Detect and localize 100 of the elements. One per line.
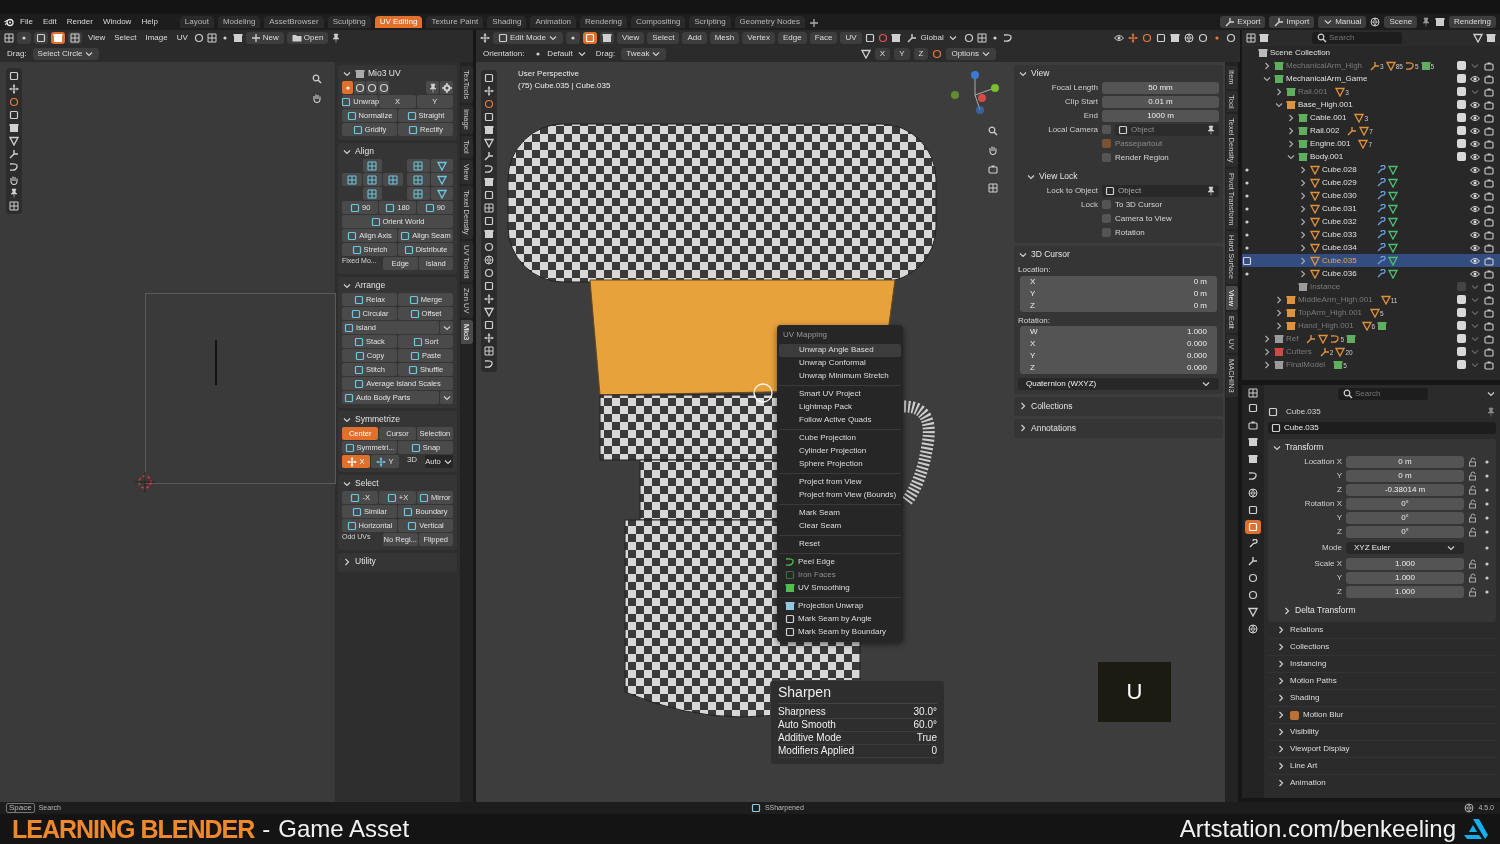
toolbar-button[interactable]: Export xyxy=(1220,16,1266,28)
panel-title[interactable]: Relations xyxy=(1290,625,1324,635)
menu-item[interactable]: UV xyxy=(173,33,191,43)
tree-item[interactable]: MiddleArm_High.001 xyxy=(1298,294,1373,305)
open-image-button[interactable]: Open xyxy=(286,32,329,44)
menu-item[interactable]: Mark Seam xyxy=(779,506,901,520)
number-field[interactable]: 0° xyxy=(1346,511,1464,524)
workspace-tab[interactable]: Geometry Nodes xyxy=(734,16,806,28)
tree-item[interactable]: Engine.001 xyxy=(1310,138,1351,149)
number-field[interactable]: 1.000 xyxy=(1346,585,1464,598)
tree-item[interactable]: Base_High.001 xyxy=(1298,99,1353,110)
tree-item[interactable]: Scene Collection xyxy=(1270,47,1331,58)
vector-field[interactable]: Z 0.000 xyxy=(1020,362,1217,375)
object-name-field[interactable]: Cube.035 xyxy=(1268,422,1496,434)
menu-item[interactable]: Cube Projection xyxy=(779,431,901,445)
tree-item[interactable]: Cube.031 xyxy=(1322,203,1368,214)
mode-dropdown[interactable]: Edit Mode xyxy=(493,32,564,44)
drag-dropdown[interactable]: Tweak xyxy=(621,48,667,60)
menu-item[interactable]: Mesh xyxy=(709,32,740,44)
menu-item[interactable]: Project from View (Bounds) xyxy=(779,488,901,502)
panel-title[interactable]: Select xyxy=(355,478,379,489)
tree-item[interactable]: Cube.035 xyxy=(1322,255,1368,266)
view-layer-field[interactable]: Rendering xyxy=(1449,16,1496,28)
panel-title[interactable]: Motion Blur xyxy=(1303,710,1344,720)
menu-item[interactable]: View xyxy=(85,33,109,43)
panel-title[interactable]: Line Art xyxy=(1290,761,1318,771)
menu-item[interactable]: Peel Edge xyxy=(779,555,901,569)
tree-item[interactable]: TopArm_High.001 xyxy=(1298,307,1363,318)
vector-field[interactable]: W 1.000 xyxy=(1020,326,1217,339)
panel-title[interactable]: Instancing xyxy=(1290,659,1327,669)
menu-item[interactable]: Vertex xyxy=(742,32,775,44)
number-field[interactable]: 0° xyxy=(1346,497,1464,510)
menu-item[interactable]: Select xyxy=(111,33,140,43)
number-field[interactable]: 1.000 xyxy=(1346,557,1464,570)
menu-item[interactable]: Cylinder Projection xyxy=(779,444,901,458)
workspace-tab[interactable]: AssetBrowser xyxy=(264,16,324,28)
menu-item[interactable]: Lightmap Pack xyxy=(779,400,901,414)
panel-title[interactable]: Visibility xyxy=(1290,727,1319,737)
tree-item[interactable]: FinalModel xyxy=(1286,359,1326,370)
tree-item[interactable]: MechanicalArm_High xyxy=(1286,60,1363,71)
tree-item[interactable]: Cable.001 xyxy=(1310,112,1347,123)
panel-title[interactable]: Viewport Display xyxy=(1290,744,1350,754)
workspace-tab[interactable]: Animation xyxy=(530,16,577,28)
menu-item[interactable]: UV Smoothing xyxy=(779,581,901,595)
checkbox-label[interactable]: Rotation xyxy=(1115,227,1145,238)
panel-title[interactable]: Symmetrize xyxy=(355,414,400,425)
panel-title[interactable]: Utility xyxy=(355,556,376,567)
menu-item[interactable]: Window xyxy=(98,16,136,28)
scene-field[interactable]: Scene xyxy=(1384,16,1418,28)
menu-item[interactable]: File xyxy=(16,16,37,28)
number-field[interactable]: 0° xyxy=(1346,525,1464,538)
toolbar-button[interactable]: Manual xyxy=(1318,16,1367,28)
panel-title[interactable]: 3D Cursor xyxy=(1031,249,1070,260)
dropdown[interactable]: Quaternion (WXYZ) xyxy=(1018,378,1219,391)
transform-orientation-dropdown[interactable]: Global xyxy=(903,33,961,43)
panel-title[interactable]: Arrange xyxy=(355,280,386,291)
menu-item[interactable]: Unwrap Conformal xyxy=(779,356,901,370)
panel-title[interactable]: Animation xyxy=(1290,778,1326,788)
tree-item[interactable]: Cube.032 xyxy=(1322,216,1368,227)
panel-title[interactable]: Collections xyxy=(1290,642,1330,652)
workspace-tab[interactable]: Layout xyxy=(179,16,214,28)
axis-toggle[interactable]: X xyxy=(874,48,891,60)
dropdown[interactable]: XYZ Euler xyxy=(1346,541,1464,554)
axis-toggle[interactable]: Y xyxy=(894,48,910,60)
panel-title[interactable]: Transform xyxy=(1285,442,1324,453)
menu-item[interactable]: Edge xyxy=(777,32,807,44)
checkbox-label[interactable]: Camera to View xyxy=(1115,213,1172,224)
workspace-tab[interactable]: Modeling xyxy=(217,16,261,28)
tree-item[interactable]: Cube.029 xyxy=(1322,177,1368,188)
number-field[interactable]: 1000 m xyxy=(1102,109,1219,122)
workspace-tab[interactable]: Sculpting xyxy=(327,16,371,28)
workspace-tab[interactable]: Shading xyxy=(487,16,527,28)
tree-item[interactable]: Cube.034 xyxy=(1322,242,1368,253)
menu-item[interactable]: Edit xyxy=(38,16,61,28)
tree-item[interactable]: Cube.033 xyxy=(1322,229,1368,240)
panel-title[interactable]: Mio3 UV xyxy=(368,68,401,79)
tree-item[interactable]: Cutters xyxy=(1286,346,1312,357)
number-field[interactable]: 0.01 m xyxy=(1102,95,1219,108)
vector-field[interactable]: X 0 m xyxy=(1020,275,1217,288)
panel-title[interactable]: View xyxy=(1031,68,1050,79)
menu-item[interactable]: View xyxy=(617,32,645,44)
tree-item[interactable]: Body.001 xyxy=(1310,151,1344,162)
vector-field[interactable]: Y 0.000 xyxy=(1020,350,1217,363)
menu-item[interactable]: Select xyxy=(647,32,680,44)
number-field[interactable]: 0 m xyxy=(1346,455,1464,468)
menu-item[interactable]: Projection Unwrap xyxy=(779,599,901,613)
number-field[interactable]: 0 m xyxy=(1346,469,1464,482)
menu-item[interactable]: Project from View xyxy=(779,475,901,489)
options-dropdown[interactable]: Options xyxy=(946,48,996,60)
checkbox-label[interactable]: Render Region xyxy=(1115,152,1169,163)
vector-field[interactable]: Y 0 m xyxy=(1020,287,1217,300)
toolbar-button[interactable]: Import xyxy=(1269,16,1315,28)
tree-item[interactable]: Hand_High.001 xyxy=(1298,320,1354,331)
menu-item[interactable]: Face xyxy=(809,32,838,44)
menu-item[interactable]: Unwrap Minimum Stretch xyxy=(779,369,901,383)
panel-title[interactable]: Shading xyxy=(1290,693,1320,703)
menu-item[interactable]: Help xyxy=(137,16,162,28)
menu-item[interactable]: Unwrap Angle Based xyxy=(779,343,901,357)
panel-title[interactable]: Motion Paths xyxy=(1290,676,1337,686)
search-field[interactable]: Search xyxy=(1338,387,1428,400)
